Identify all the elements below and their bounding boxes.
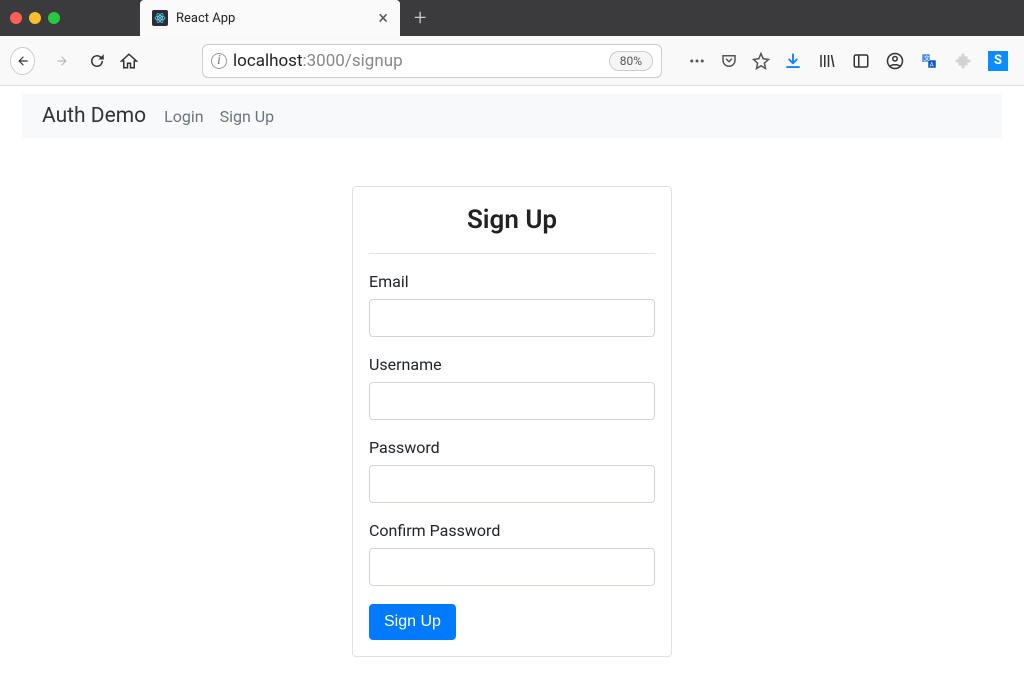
password-group: Password (369, 438, 655, 503)
close-tab-icon[interactable]: × (378, 8, 388, 29)
pocket-icon (720, 52, 738, 70)
react-favicon-icon (152, 10, 168, 26)
bookmark-button[interactable] (752, 52, 770, 70)
username-group: Username (369, 355, 655, 420)
star-icon (752, 52, 770, 70)
stylish-badge: S (988, 51, 1008, 71)
signup-card: Sign Up Email Username Password Confirm … (352, 186, 672, 657)
signup-form: Email Username Password Confirm Password… (353, 254, 671, 656)
url-host: localhost (233, 51, 303, 71)
sidebar-icon (852, 52, 870, 70)
address-bar[interactable]: i localhost:3000/signup 80% (202, 44, 662, 78)
window-minimize-button[interactable] (29, 12, 41, 24)
toolbar-right: 文A S (784, 51, 1014, 71)
puzzle-icon (954, 52, 972, 70)
url-text: localhost:3000/signup (233, 51, 603, 71)
signup-submit-button[interactable]: Sign Up (369, 604, 456, 640)
confirm-group: Confirm Password (369, 521, 655, 586)
confirm-password-input[interactable] (369, 548, 655, 586)
back-button[interactable] (10, 47, 35, 75)
library-button[interactable] (818, 52, 836, 70)
account-button[interactable] (886, 52, 904, 70)
stylish-extension-button[interactable]: S (988, 51, 1008, 71)
extension-button[interactable] (954, 52, 972, 70)
ellipsis-icon (688, 52, 706, 70)
nav-signup-link[interactable]: Sign Up (220, 107, 275, 126)
download-icon (784, 52, 802, 70)
email-group: Email (369, 272, 655, 337)
app-brand[interactable]: Auth Demo (42, 104, 146, 128)
browser-tab-strip: React App × + (0, 0, 1024, 36)
forward-button[interactable] (49, 47, 74, 75)
app-navbar: Auth Demo Login Sign Up (22, 94, 1002, 138)
svg-text:A: A (930, 61, 934, 68)
window-zoom-button[interactable] (48, 12, 60, 24)
downloads-button[interactable] (784, 52, 802, 70)
url-path: :3000/signup (303, 51, 403, 71)
email-label: Email (369, 272, 655, 291)
window-close-button[interactable] (10, 12, 22, 24)
nav-login-link[interactable]: Login (164, 107, 203, 126)
home-button[interactable] (120, 52, 138, 70)
email-input[interactable] (369, 299, 655, 337)
library-icon (818, 52, 836, 70)
page-content: Auth Demo Login Sign Up Sign Up Email Us… (0, 94, 1024, 657)
browser-tab[interactable]: React App × (140, 0, 400, 36)
username-label: Username (369, 355, 655, 374)
password-label: Password (369, 438, 655, 457)
home-icon (120, 52, 138, 70)
username-input[interactable] (369, 382, 655, 420)
password-input[interactable] (369, 465, 655, 503)
pocket-button[interactable] (720, 52, 738, 70)
zoom-badge[interactable]: 80% (609, 51, 653, 71)
page-actions-button[interactable] (688, 52, 706, 70)
arrow-left-icon (16, 54, 30, 68)
reload-button[interactable] (88, 52, 106, 70)
translate-icon: 文A (920, 52, 938, 70)
tab-title: React App (176, 11, 370, 26)
window-traffic-lights (10, 12, 60, 24)
svg-text:文: 文 (924, 54, 930, 62)
site-info-icon[interactable]: i (211, 53, 227, 69)
reload-icon (88, 52, 106, 70)
card-heading: Sign Up (369, 205, 655, 254)
new-tab-button[interactable]: + (414, 6, 426, 31)
arrow-right-icon (55, 54, 69, 68)
browser-toolbar: i localhost:3000/signup 80% 文A (0, 36, 1024, 86)
sidebar-button[interactable] (852, 52, 870, 70)
translate-button[interactable]: 文A (920, 52, 938, 70)
confirm-password-label: Confirm Password (369, 521, 655, 540)
account-icon (886, 52, 904, 70)
